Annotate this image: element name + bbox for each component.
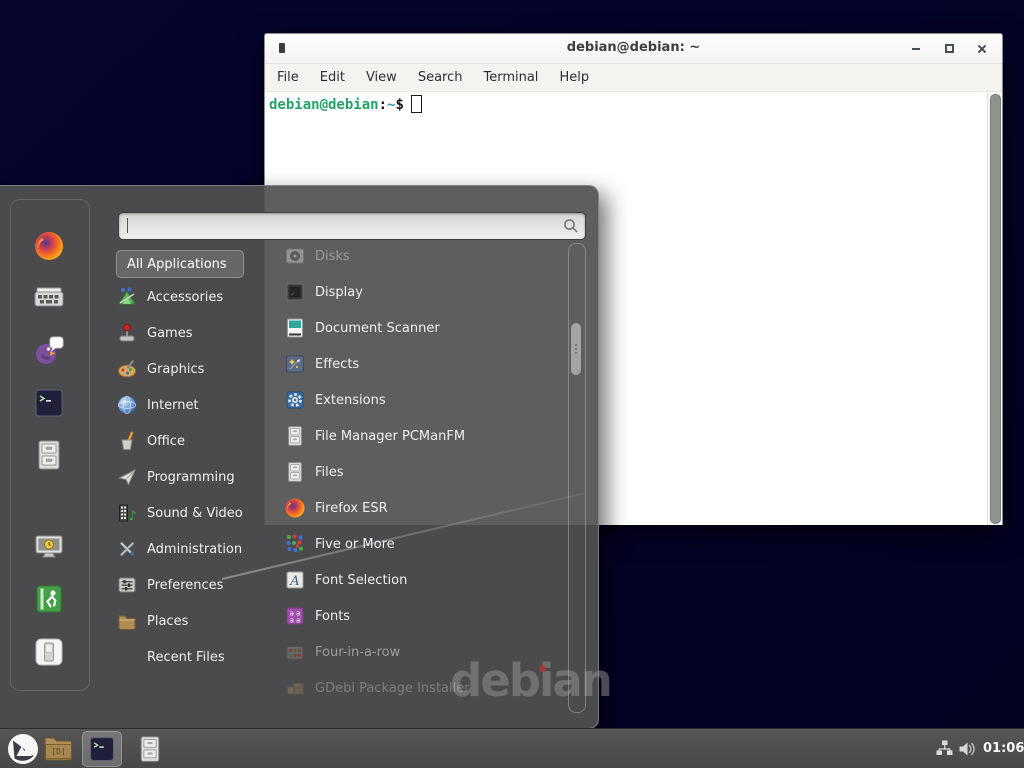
files-launcher[interactable]	[136, 735, 164, 763]
administration-icon	[116, 538, 138, 560]
file-cabinet-icon	[284, 425, 306, 447]
app-five-or-more[interactable]: Five or More	[284, 526, 566, 562]
application-menu: debian	[0, 185, 599, 729]
terminal-scrollbar[interactable]	[987, 92, 1002, 525]
programming-icon	[116, 466, 138, 488]
menu-scrollbar-thumb[interactable]	[571, 323, 581, 375]
menu-search[interactable]: Search	[417, 68, 464, 87]
search-icon	[562, 217, 579, 234]
category-accessories[interactable]: Accessories	[116, 279, 272, 315]
document-scanner-icon	[284, 317, 306, 339]
effects-icon	[284, 353, 306, 375]
extensions-icon	[284, 389, 306, 411]
taskbar: [D] 01:06	[0, 728, 1024, 768]
close-button[interactable]	[976, 43, 988, 55]
minimize-button[interactable]	[910, 43, 922, 55]
gdebi-icon	[284, 677, 306, 699]
fonts-icon: a aa a	[284, 605, 306, 627]
category-recent-files[interactable]: Recent Files	[116, 639, 272, 675]
window-title: debian@debian: ~	[265, 40, 1002, 55]
font-selection-icon: A	[284, 569, 306, 591]
terminal-menubar: File Edit View Search Terminal Help	[265, 64, 1002, 92]
display-icon	[284, 281, 306, 303]
graphics-icon	[116, 358, 138, 380]
category-preferences[interactable]: Preferences	[116, 567, 272, 603]
places-folder-icon	[116, 610, 138, 632]
four-in-a-row-icon	[284, 641, 306, 663]
accessories-icon	[116, 286, 138, 308]
app-extensions[interactable]: Extensions	[284, 382, 566, 418]
network-icon	[936, 740, 953, 756]
search-caret	[127, 218, 128, 233]
svg-text:a a: a a	[290, 617, 301, 625]
terminal-scrollbar-thumb[interactable]	[990, 94, 1001, 524]
menu-button[interactable]	[6, 732, 40, 766]
five-or-more-icon	[284, 533, 306, 555]
menu-file[interactable]: File	[276, 68, 300, 87]
app-file-manager-pcmanfm[interactable]: File Manager PCManFM	[284, 418, 566, 454]
file-cabinet-icon	[136, 735, 164, 763]
volume-icon	[958, 740, 977, 758]
category-programming[interactable]: Programming	[116, 459, 272, 495]
app-display[interactable]: Display	[284, 274, 566, 310]
network-tray-icon[interactable]	[936, 740, 953, 756]
menu-edit[interactable]: Edit	[319, 68, 346, 87]
prompt-user-host: debian@debian	[269, 97, 379, 113]
category-places[interactable]: Places	[116, 603, 272, 639]
maximize-button[interactable]	[943, 43, 955, 55]
text-cursor	[411, 95, 422, 113]
file-browser-launcher[interactable]: [D]	[43, 735, 74, 762]
app-document-scanner[interactable]: Document Scanner	[284, 310, 566, 346]
category-all-applications[interactable]: All Applications	[116, 250, 244, 278]
category-administration[interactable]: Administration	[116, 531, 272, 567]
category-internet[interactable]: Internet	[116, 387, 272, 423]
svg-text:♪: ♪	[129, 509, 137, 524]
volume-tray-icon[interactable]	[958, 740, 977, 758]
app-gdebi-package-installer[interactable]: GDebi Package Installer	[284, 670, 566, 706]
terminal-titlebar[interactable]: debian@debian: ~	[265, 34, 1002, 64]
menu-view[interactable]: View	[365, 68, 398, 87]
internet-globe-icon	[116, 394, 138, 416]
app-disks[interactable]: Disks	[284, 238, 566, 274]
category-graphics[interactable]: Graphics	[116, 351, 272, 387]
app-fonts[interactable]: a aa a Fonts	[284, 598, 566, 634]
menu-logo-icon	[6, 732, 40, 766]
menu-scrollbar[interactable]	[568, 243, 586, 713]
shell-prompt: debian@debian:~$	[269, 95, 422, 113]
app-files[interactable]: Files	[284, 454, 566, 490]
office-icon	[116, 430, 138, 452]
folder-icon: [D]	[43, 735, 74, 762]
terminal-taskbar-button[interactable]	[82, 731, 122, 767]
app-effects[interactable]: Effects	[284, 346, 566, 382]
sound-video-icon: ♪	[116, 502, 138, 524]
firefox-icon	[284, 497, 306, 519]
menu-help[interactable]: Help	[558, 68, 590, 87]
games-icon	[116, 322, 138, 344]
favorites-column	[10, 199, 90, 691]
svg-text:A: A	[289, 574, 299, 589]
menu-search-box	[118, 212, 586, 240]
desktop: debian@debian: ~ File Edit View Search T…	[0, 0, 1024, 768]
file-cabinet-icon	[284, 461, 306, 483]
terminal-icon	[88, 735, 116, 763]
disks-icon	[284, 245, 306, 267]
app-four-in-a-row[interactable]: Four-in-a-row	[284, 634, 566, 670]
category-office[interactable]: Office	[116, 423, 272, 459]
app-firefox-esr[interactable]: Firefox ESR	[284, 490, 566, 526]
menu-search-input[interactable]	[127, 215, 561, 237]
menu-terminal[interactable]: Terminal	[482, 68, 539, 87]
preferences-icon	[116, 574, 138, 596]
category-sound-video[interactable]: ♪ Sound & Video	[116, 495, 272, 531]
clock[interactable]: 01:06	[983, 741, 1024, 756]
category-games[interactable]: Games	[116, 315, 272, 351]
svg-text:[D]: [D]	[51, 747, 65, 756]
app-font-selection[interactable]: A Font Selection	[284, 562, 566, 598]
